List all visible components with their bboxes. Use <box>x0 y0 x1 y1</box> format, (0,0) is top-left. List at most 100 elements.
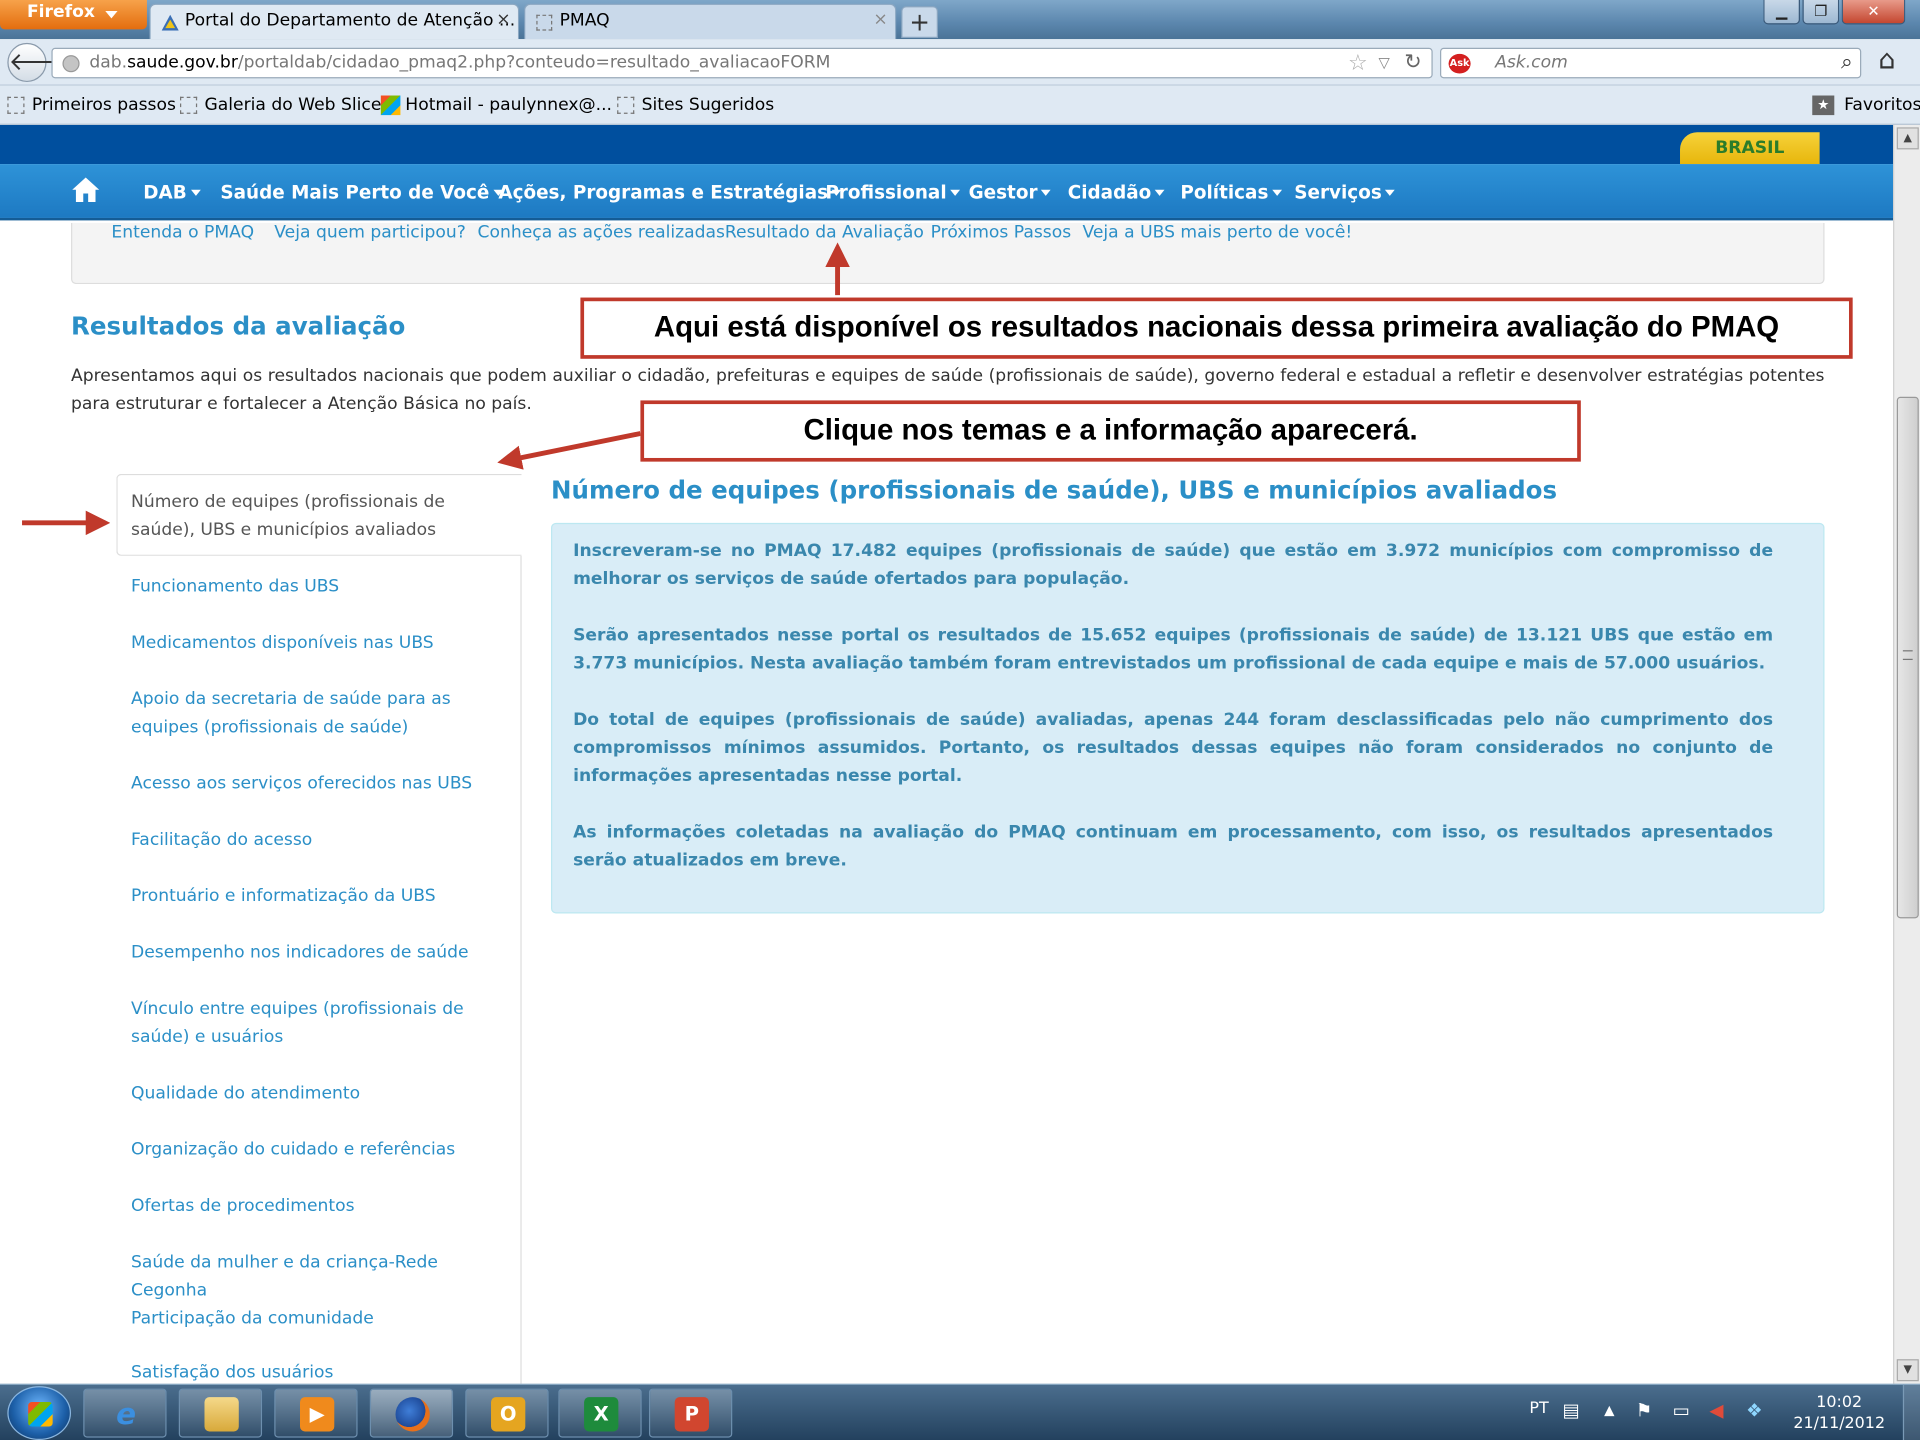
close-window-button[interactable]: ✕ <box>1841 0 1906 25</box>
nav-item-servicos[interactable]: Serviços <box>1294 181 1396 203</box>
nav-item-profissional[interactable]: Profissional <box>825 181 961 203</box>
home-icon[interactable] <box>71 176 100 203</box>
start-button[interactable] <box>7 1386 72 1440</box>
sidebar-item[interactable]: Saúde da mulher e da criança-Rede Cegonh… <box>131 1249 513 1305</box>
bookmark-item[interactable]: Galeria do Web Slice <box>180 96 381 115</box>
search-bar[interactable]: Ask Ask.com ⌕ <box>1440 47 1862 79</box>
bookmark-label: Favoritos <box>1844 95 1920 116</box>
keyboard-icon[interactable]: ▤ <box>1562 1400 1579 1422</box>
sidebar-item[interactable]: Desempenho nos indicadores de saúde <box>131 939 513 967</box>
chevron-down-icon <box>1272 189 1282 196</box>
info-paragraph: As informações coletadas na avaliação do… <box>573 822 1774 871</box>
taskbar-outlook[interactable]: O <box>465 1388 549 1438</box>
scroll-down-icon[interactable]: ▼ <box>1896 1359 1919 1382</box>
msn-icon <box>380 95 401 116</box>
subnav-acoes-realizadas[interactable]: Conheça as ações realizadas <box>478 223 725 243</box>
blank-page-icon <box>180 96 198 114</box>
bookmark-label: Primeiros passos <box>31 95 176 116</box>
subnav-resultado-avaliacao[interactable]: Resultado da Avaliação <box>725 223 924 243</box>
bookmark-item[interactable]: Primeiros passos <box>7 95 176 116</box>
language-indicator[interactable]: PT <box>1529 1400 1548 1418</box>
ask-engine-icon[interactable]: Ask <box>1448 53 1471 74</box>
nav-item-dab[interactable]: DAB <box>143 181 201 203</box>
sidebar-item[interactable]: Facilitação do acesso <box>131 827 513 855</box>
sidebar-item[interactable]: Acesso aos serviços oferecidos nas UBS <box>131 770 513 798</box>
show-hidden-icons-icon[interactable]: ▲ <box>1604 1402 1614 1418</box>
sidebar-item-active[interactable]: Número de equipes (profissionais de saúd… <box>116 473 522 556</box>
firefox-menu-button[interactable]: Firefox <box>0 0 147 30</box>
sidebar-item[interactable]: Prontuário e informatização da UBS <box>131 883 513 911</box>
nav-item-cidadao[interactable]: Cidadão <box>1068 181 1165 203</box>
scrollbar-thumb[interactable] <box>1896 396 1919 919</box>
taskbar-explorer[interactable] <box>178 1388 263 1438</box>
vertical-scrollbar[interactable]: ▲ ▼ <box>1893 124 1920 1384</box>
content-title: Número de equipes (profissionais de saúd… <box>551 475 1558 505</box>
address-bar[interactable]: dab.saude.gov.br/portaldab/cidadao_pmaq2… <box>51 47 1433 79</box>
taskbar-media[interactable]: ▶ <box>274 1388 358 1438</box>
taskbar-firefox[interactable] <box>369 1388 454 1438</box>
show-desktop-button[interactable] <box>1902 1384 1920 1440</box>
nav-item-saude-mais-perto[interactable]: Saúde Mais Perto de Você <box>220 181 503 203</box>
sidebar-item[interactable]: Vínculo entre equipes (profissionais de … <box>131 996 513 1052</box>
sidebar-item[interactable]: Medicamentos disponíveis nas UBS <box>131 629 513 657</box>
grip-icon <box>1902 650 1913 661</box>
navigation-toolbar: 🡐 dab.saude.gov.br/portaldab/cidadao_pma… <box>0 39 1920 86</box>
bookmark-item[interactable]: Hotmail - paulynnex@... <box>380 95 612 116</box>
arrow-to-sidebar <box>497 431 641 470</box>
site-favicon-icon <box>161 14 179 31</box>
tab-pmaq[interactable]: PMAQ × <box>524 3 897 40</box>
nav-item-gestor[interactable]: Gestor <box>969 181 1051 203</box>
dropbox-icon[interactable]: ❖ <box>1746 1400 1762 1422</box>
network-icon[interactable]: ▭ <box>1673 1400 1690 1422</box>
home-icon[interactable]: ⌂ <box>1878 45 1895 76</box>
taskbar-powerpoint[interactable]: P <box>648 1388 733 1438</box>
volume-muted-icon[interactable]: ◀ <box>1709 1400 1723 1422</box>
close-tab-icon[interactable]: × <box>873 10 887 30</box>
info-paragraph: Serão apresentados nesse portal os resul… <box>573 625 1774 674</box>
sidebar-item[interactable]: Satisfação dos usuários <box>131 1359 513 1383</box>
windows-logo-icon <box>28 1402 53 1427</box>
taskbar-excel[interactable]: X <box>558 1388 642 1438</box>
sidebar-item[interactable]: Qualidade do atendimento <box>131 1080 513 1108</box>
chevron-down-icon <box>1154 189 1165 196</box>
outlook-icon: O <box>491 1397 526 1432</box>
history-dropdown-icon[interactable]: ▽ <box>1379 54 1390 71</box>
bookmark-item[interactable]: Sites Sugeridos <box>617 96 774 115</box>
back-button[interactable]: 🡐 <box>7 42 74 83</box>
clock[interactable]: 10:02 21/11/2012 <box>1790 1392 1888 1434</box>
blank-page-icon <box>7 96 25 114</box>
sidebar-item[interactable]: Funcionamento das UBS <box>131 573 513 601</box>
favorites-button[interactable]: ★ Favoritos <box>1812 95 1920 116</box>
info-paragraph: Do total de equipes (profissionais de sa… <box>573 710 1774 787</box>
tab-portal[interactable]: Portal do Departamento de Atenção ... × <box>149 3 520 40</box>
bookmark-star-icon[interactable]: ☆ <box>1348 50 1368 76</box>
sidebar-item[interactable]: Ofertas de procedimentos <box>131 1193 513 1221</box>
nav-item-acoes-programas[interactable]: Ações, Programas e Estratégias <box>498 181 842 203</box>
subnav-quem-participou[interactable]: Veja quem participou? <box>274 223 466 243</box>
nav-item-politicas[interactable]: Políticas <box>1180 181 1282 203</box>
brasil-logo[interactable]: BRASIL <box>1680 132 1820 165</box>
search-icon[interactable]: ⌕ <box>1841 50 1853 74</box>
chevron-down-icon <box>190 189 201 196</box>
sidebar-item[interactable]: Apoio da secretaria de saúde para as equ… <box>131 686 513 742</box>
government-bar: BRASIL <box>0 124 1894 165</box>
media-player-icon: ▶ <box>300 1397 335 1432</box>
system-tray: PT ▤ ▲ ⚑ ▭ ◀ ❖ 10:02 21/11/2012 <box>1518 1384 1920 1440</box>
close-tab-icon[interactable]: × <box>496 10 510 30</box>
new-tab-button[interactable]: + <box>901 6 938 38</box>
minimize-button[interactable]: ▁ <box>1763 0 1801 25</box>
callout-results: Aqui está disponível os resultados nacio… <box>580 297 1853 359</box>
sidebar-item[interactable]: Organização do cuidado e referências <box>131 1136 513 1164</box>
taskbar-ie[interactable]: e <box>83 1388 167 1438</box>
action-center-flag-icon[interactable]: ⚑ <box>1636 1400 1652 1422</box>
maximize-button[interactable]: ❐ <box>1802 0 1840 25</box>
subnav-proximos-passos[interactable]: Próximos Passos <box>931 223 1072 243</box>
windows-taskbar: e ▶ O X P PT ▤ ▲ ⚑ ▭ ◀ ❖ 10:02 21/11/201… <box>0 1383 1920 1440</box>
scroll-up-icon[interactable]: ▲ <box>1896 127 1919 150</box>
subnav-entenda[interactable]: Entenda o PMAQ <box>111 223 254 243</box>
sidebar-item[interactable]: Participação da comunidade <box>131 1305 513 1333</box>
reload-icon[interactable]: ↻ <box>1404 50 1421 74</box>
page-title: Resultados da avaliação <box>71 311 406 341</box>
subnav-ubs-perto[interactable]: Veja a UBS mais perto de você! <box>1082 223 1352 243</box>
clock-date: 21/11/2012 <box>1793 1414 1886 1433</box>
